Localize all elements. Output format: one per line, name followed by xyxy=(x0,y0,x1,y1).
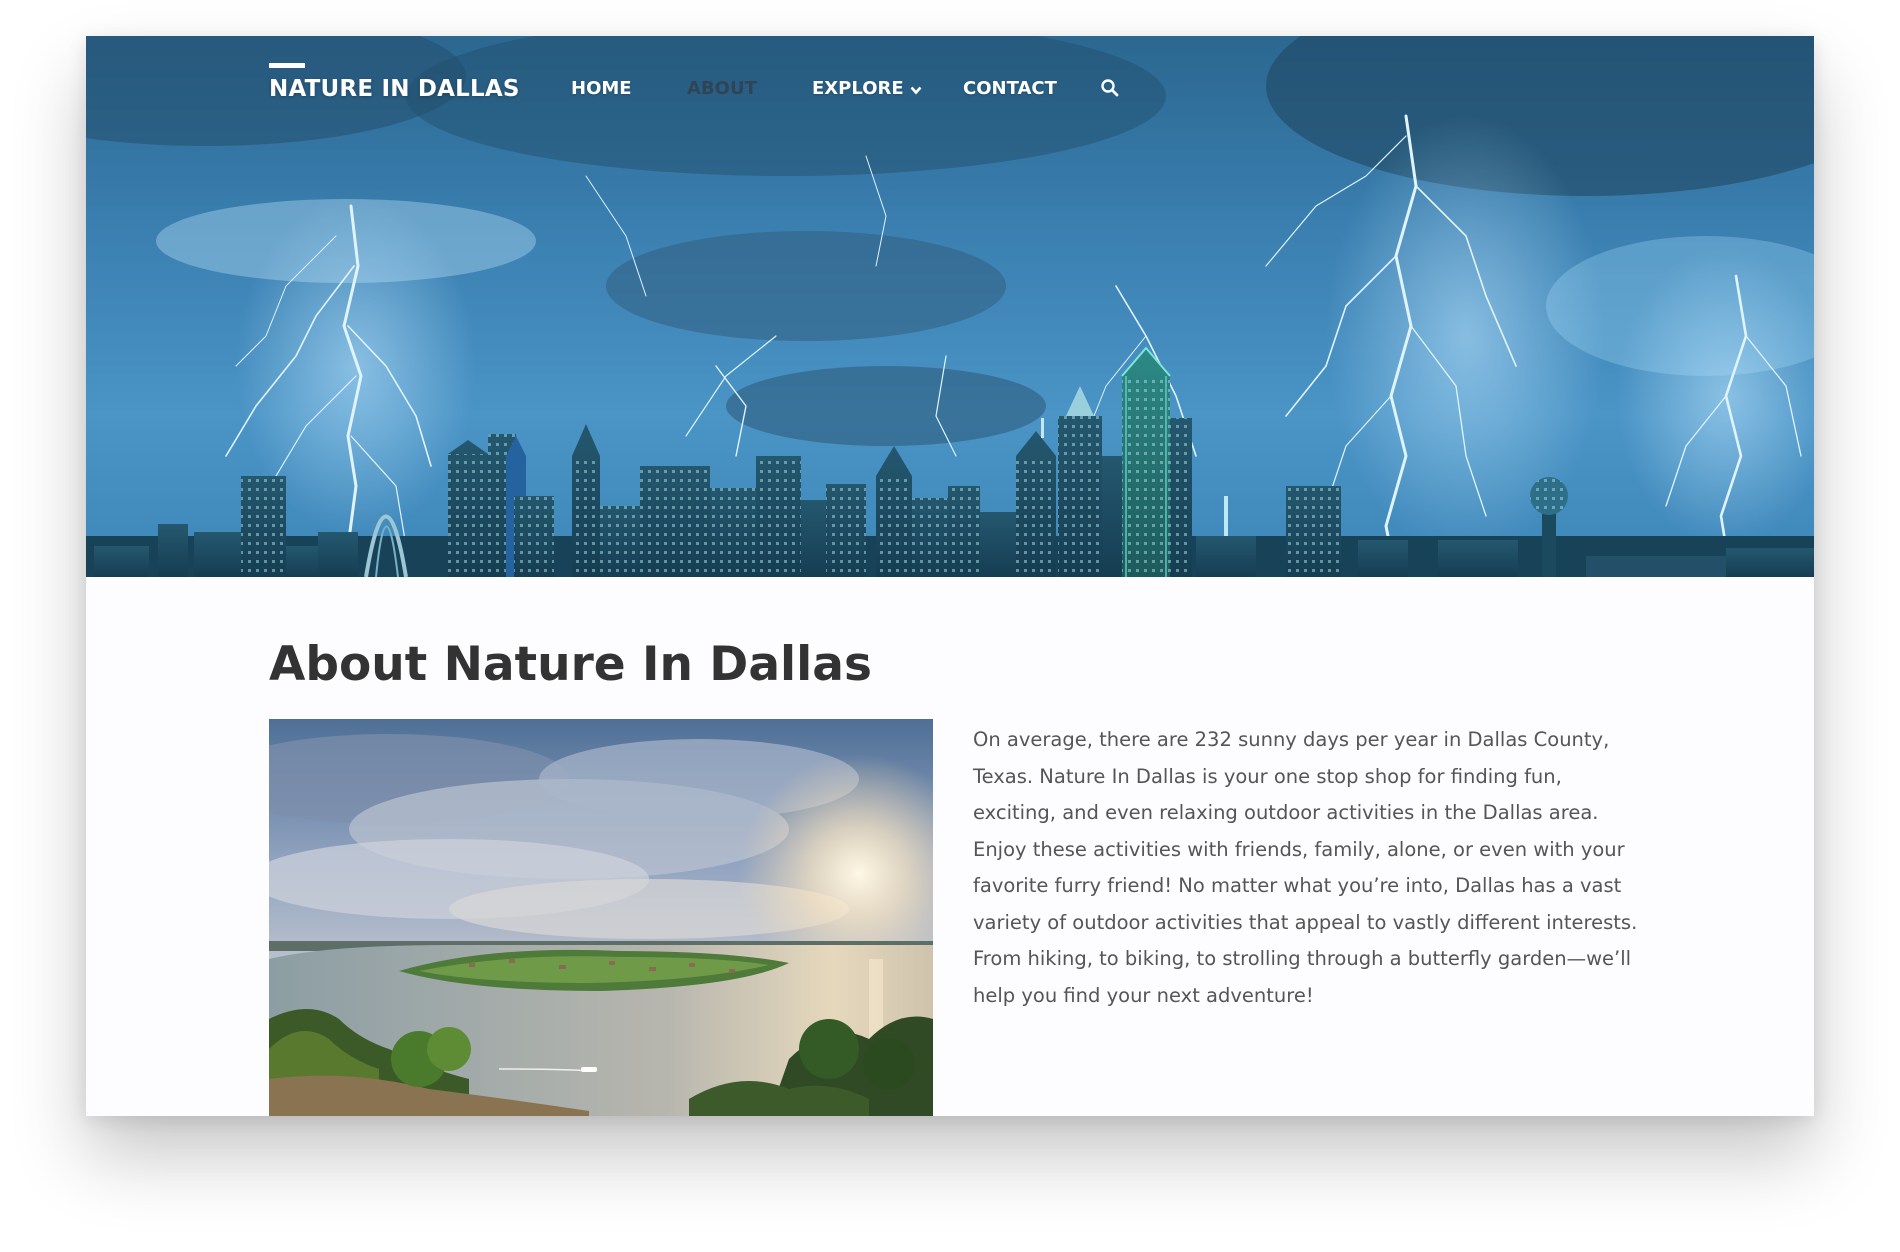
site-logo-link[interactable]: NATURE IN DALLAS xyxy=(269,76,520,102)
browser-page: NATURE IN DALLAS HOME ABOUT EXPLORE CONT… xyxy=(86,36,1814,1116)
search-icon xyxy=(1100,79,1120,102)
page-title: About Nature In Dallas xyxy=(269,637,872,692)
search-button[interactable] xyxy=(1100,78,1122,100)
nav-item-explore[interactable]: EXPLORE xyxy=(812,78,922,100)
chevron-down-icon xyxy=(910,79,922,100)
nav-item-explore-label: EXPLORE xyxy=(812,78,904,99)
lake-landscape-image xyxy=(269,719,933,1116)
nav-item-contact[interactable]: CONTACT xyxy=(963,78,1057,99)
brand-accent-bar xyxy=(269,63,305,68)
nav-item-about[interactable]: ABOUT xyxy=(687,78,757,99)
nav-item-home[interactable]: HOME xyxy=(571,78,632,99)
main-nav: NATURE IN DALLAS HOME ABOUT EXPLORE CONT… xyxy=(86,36,1814,146)
about-paragraph: On average, there are 232 sunny days per… xyxy=(973,728,1638,1007)
hero-banner: NATURE IN DALLAS HOME ABOUT EXPLORE CONT… xyxy=(86,36,1814,577)
